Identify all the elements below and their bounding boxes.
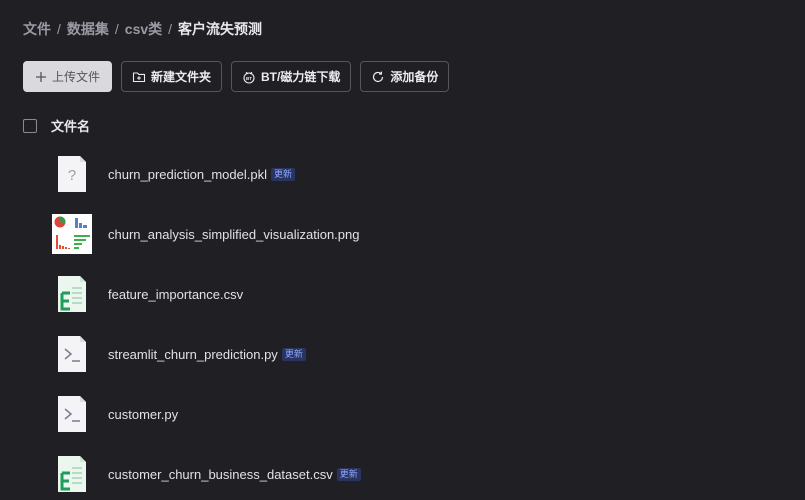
file-name[interactable]: churn_analysis_simplified_visualization.… <box>108 227 359 242</box>
select-all-checkbox[interactable] <box>23 118 37 133</box>
breadcrumb-separator: / <box>57 21 61 37</box>
spreadsheet-file-icon <box>52 274 92 314</box>
spreadsheet-file-icon <box>52 454 92 494</box>
upload-button[interactable]: 上传文件 <box>23 61 112 92</box>
add-backup-button[interactable]: 添加备份 <box>360 61 450 92</box>
file-row[interactable]: churn_analysis_simplified_visualization.… <box>52 214 752 254</box>
file-name[interactable]: customer.py <box>108 407 178 422</box>
breadcrumb-item-files[interactable]: 文件 <box>23 19 51 39</box>
file-row[interactable]: customer_churn_business_dataset.csv 更新 <box>52 454 752 494</box>
file-name[interactable]: streamlit_churn_prediction.py <box>108 347 278 362</box>
list-header: 文件名 <box>23 116 90 135</box>
breadcrumb: 文件 / 数据集 / csv类 / 客户流失预测 <box>23 19 262 39</box>
new-folder-button[interactable]: 新建文件夹 <box>121 61 223 92</box>
breadcrumb-separator: / <box>168 21 173 37</box>
sync-icon <box>373 71 384 82</box>
update-badge: 更新 <box>336 467 361 481</box>
add-backup-button-label: 添加备份 <box>390 70 439 84</box>
unknown-file-icon: ? <box>52 154 92 194</box>
bt-download-button-label: BT/磁力链下载 <box>261 70 341 84</box>
folder-plus-icon <box>132 71 146 82</box>
breadcrumb-separator: / <box>114 21 119 37</box>
code-file-icon <box>52 394 92 434</box>
file-name[interactable]: feature_importance.csv <box>108 287 243 302</box>
svg-text:?: ? <box>68 167 76 184</box>
svg-text:BT: BT <box>246 76 252 81</box>
update-badge: 更新 <box>270 167 295 181</box>
toolbar: 上传文件 新建文件夹 BT BT/磁力链下载 添加备份 <box>23 61 450 92</box>
upload-button-label: 上传文件 <box>51 70 100 84</box>
plus-icon <box>35 71 46 82</box>
bt-icon: BT <box>243 71 255 84</box>
file-row[interactable]: ? churn_prediction_model.pkl 更新 <box>52 154 752 194</box>
new-folder-button-label: 新建文件夹 <box>151 70 212 84</box>
breadcrumb-item-datasets[interactable]: 数据集 <box>67 19 109 39</box>
file-row[interactable]: streamlit_churn_prediction.py 更新 <box>52 334 752 374</box>
file-row[interactable]: customer.py <box>52 394 752 434</box>
file-row[interactable]: feature_importance.csv <box>52 274 752 314</box>
file-browser: 文件 / 数据集 / csv类 / 客户流失预测 上传文件 新建文件夹 BT B… <box>0 0 805 500</box>
column-header-filename[interactable]: 文件名 <box>51 116 90 135</box>
file-name[interactable]: churn_prediction_model.pkl <box>108 167 267 182</box>
code-file-icon <box>52 334 92 374</box>
update-badge: 更新 <box>281 347 306 361</box>
image-thumbnail-icon <box>52 214 92 254</box>
breadcrumb-current: 客户流失预测 <box>178 21 263 37</box>
file-name[interactable]: customer_churn_business_dataset.csv <box>108 467 333 482</box>
bt-download-button[interactable]: BT BT/磁力链下载 <box>231 61 352 92</box>
breadcrumb-item-csv[interactable]: csv类 <box>125 19 162 39</box>
